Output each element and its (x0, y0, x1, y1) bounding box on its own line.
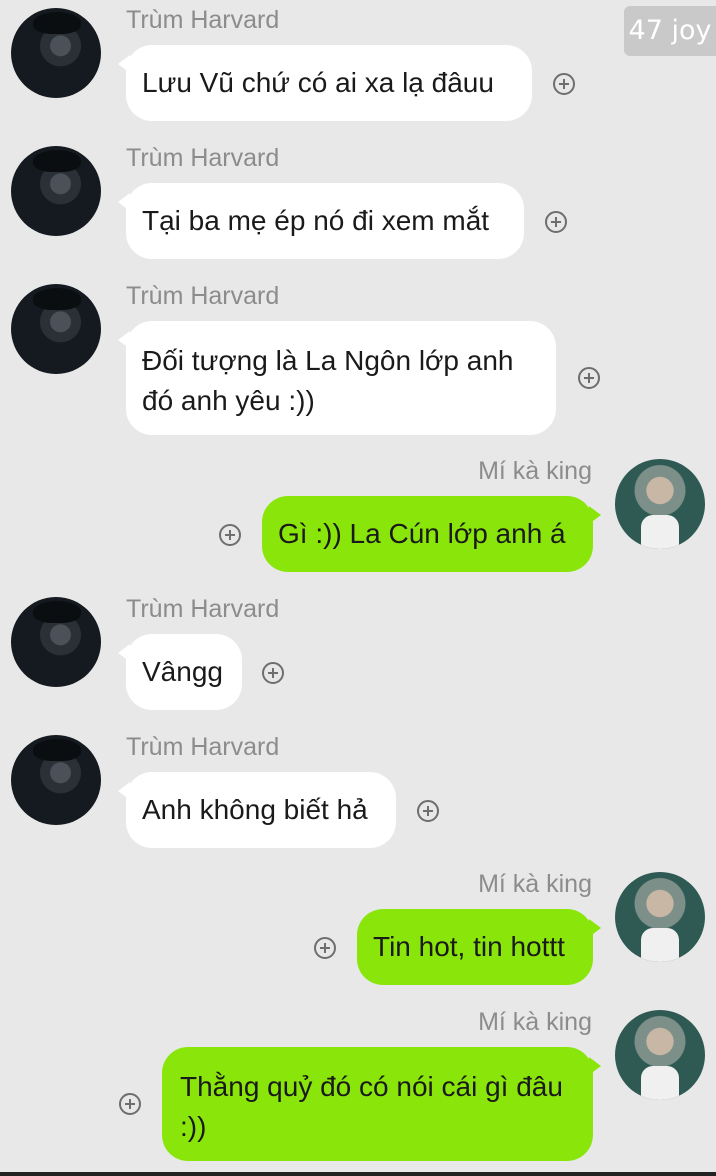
add-reaction-icon[interactable] (553, 73, 575, 95)
add-reaction-icon[interactable] (578, 367, 600, 389)
avatar[interactable] (615, 459, 705, 549)
message-bubble[interactable]: Anh không biết hả (118, 772, 396, 848)
sender-name: Mí kà king (478, 457, 592, 485)
message-bubble[interactable]: Lưu Vũ chứ có ai xa lạ đâuu (118, 45, 532, 121)
add-reaction-icon[interactable] (119, 1093, 141, 1115)
add-reaction-icon[interactable] (262, 662, 284, 684)
add-reaction-icon[interactable] (219, 524, 241, 546)
message-bubble[interactable]: Tin hot, tin hottt (357, 909, 601, 985)
sender-name: Trùm Harvard (126, 6, 280, 34)
avatar[interactable] (11, 284, 101, 374)
avatar[interactable] (11, 735, 101, 825)
avatar[interactable] (11, 597, 101, 687)
sender-name: Trùm Harvard (126, 144, 280, 172)
sender-name: Trùm Harvard (126, 595, 280, 623)
sender-name: Trùm Harvard (126, 733, 280, 761)
bottom-border (0, 1172, 716, 1176)
avatar[interactable] (11, 8, 101, 98)
message-bubble[interactable]: Gì :)) La Cún lớp anh á (262, 496, 601, 572)
sender-name: Mí kà king (478, 870, 592, 898)
avatar[interactable] (615, 1010, 705, 1100)
sender-name: Mí kà king (478, 1008, 592, 1036)
message-bubble[interactable]: Tại ba mẹ ép nó đi xem mắt (118, 183, 524, 259)
add-reaction-icon[interactable] (417, 800, 439, 822)
message-bubble[interactable]: Thằng quỷ đó có nói cái gì đâu :)) (162, 1047, 601, 1161)
message-bubble[interactable]: Vângg (118, 634, 242, 710)
avatar[interactable] (615, 872, 705, 962)
sender-name: Trùm Harvard (126, 282, 280, 310)
message-bubble[interactable]: Đối tượng là La Ngôn lớp anh đó anh yêu … (118, 321, 556, 435)
counter-badge: 47 joy (624, 6, 716, 56)
avatar[interactable] (11, 146, 101, 236)
add-reaction-icon[interactable] (545, 211, 567, 233)
add-reaction-icon[interactable] (314, 937, 336, 959)
